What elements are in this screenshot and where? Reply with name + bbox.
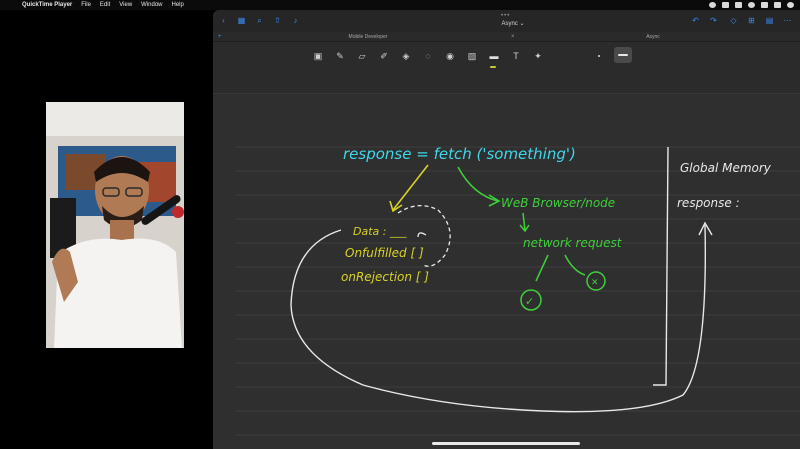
text-icon[interactable]: T	[510, 50, 522, 62]
stroke-width-option[interactable]	[614, 47, 632, 63]
arrow-to-success	[535, 254, 549, 282]
menu-window[interactable]: Window	[141, 2, 162, 8]
tab-async[interactable]: Async	[593, 32, 713, 42]
handwritten-notes: response = fetch ('something') WeB Brows…	[235, 145, 800, 436]
record-icon[interactable]	[709, 2, 716, 8]
photo-icon[interactable]: ▨	[466, 50, 478, 62]
success-mark: ✓	[525, 296, 534, 308]
display-icon[interactable]	[722, 2, 729, 8]
onrejection-label: onRejection [ ]	[341, 270, 429, 284]
arrow-to-network	[522, 212, 526, 231]
arrow-to-failure	[564, 254, 586, 276]
menu-file[interactable]: File	[81, 2, 91, 8]
webcam-feed	[46, 102, 184, 348]
dashed-loop-arrow	[417, 232, 427, 238]
pen-icon[interactable]: ✎	[334, 50, 346, 62]
status-area	[709, 0, 794, 10]
ruled-lines	[235, 146, 800, 436]
battery-icon[interactable]	[735, 2, 742, 8]
notes-app-window: ‹ ▦ ⌕ ⇧ ♪ ••• Async ⌄ ↶ ↷ ◇ ⊞ ▤ ⋯ + Mobi…	[213, 10, 800, 449]
add-tab-icon[interactable]: +	[218, 32, 222, 42]
elements-icon[interactable]: ◉	[444, 50, 456, 62]
document-title[interactable]: Async ⌄	[483, 20, 543, 27]
laser-pointer-icon[interactable]: ▬	[488, 50, 500, 62]
bookmark-icon[interactable]: ◇	[729, 16, 738, 25]
response-fetch-text: response = fetch ('something')	[343, 145, 576, 163]
response-memory-label: response :	[677, 196, 740, 210]
tab-mobile-developer[interactable]: Mobile Developer	[303, 32, 433, 42]
arrow-to-data	[392, 164, 429, 211]
microphone-icon[interactable]: ♪	[291, 16, 300, 25]
control-center-icon[interactable]	[774, 2, 781, 8]
menu-edit[interactable]: Edit	[100, 2, 110, 8]
shapes-icon[interactable]: ◈	[400, 50, 412, 62]
network-request-text: network request	[523, 236, 623, 250]
failure-mark: ✕	[591, 277, 599, 287]
window-grabber[interactable]: •••	[501, 13, 510, 19]
global-memory-label: Global Memory	[680, 161, 772, 175]
eraser-icon[interactable]: ▱	[356, 50, 368, 62]
lasso-icon[interactable]: ◌	[422, 50, 434, 62]
active-tool-indicator	[490, 66, 496, 68]
siri-icon[interactable]	[787, 2, 794, 8]
title-bar: ‹ ▦ ⌕ ⇧ ♪ ••• Async ⌄ ↶ ↷ ◇ ⊞ ▤ ⋯	[213, 10, 800, 32]
highlighter-icon[interactable]: ✐	[378, 50, 390, 62]
global-memory-divider	[653, 146, 669, 386]
screen: QuickTime Player File Edit View Window H…	[0, 0, 800, 449]
new-page-icon[interactable]: ⊞	[747, 16, 756, 25]
pages-icon[interactable]: ▤	[765, 16, 774, 25]
onfulfilled-label: Onfulfilled [ ]	[345, 246, 424, 260]
home-indicator[interactable]	[432, 442, 580, 445]
back-icon[interactable]: ‹	[219, 16, 228, 25]
note-canvas[interactable]: response = fetch ('something') WeB Brows…	[213, 95, 800, 449]
more-icon[interactable]: ⋯	[783, 16, 792, 25]
menu-app-name[interactable]: QuickTime Player	[22, 2, 72, 8]
search-icon[interactable]: ⌕	[255, 16, 264, 25]
drawing-toolbar: ▣ ✎ ▱ ✐ ◈ ◌ ◉ ▨ ▬ T ✦	[213, 42, 800, 94]
menu-help[interactable]: Help	[172, 2, 184, 8]
close-tab-icon[interactable]: ×	[511, 32, 515, 42]
data-label: Data : ___	[353, 225, 407, 238]
redo-icon[interactable]: ↷	[709, 16, 718, 25]
web-browser-text: WeB Browser/node	[501, 196, 615, 210]
share-icon[interactable]: ⇧	[273, 16, 282, 25]
menu-bar: QuickTime Player File Edit View Window H…	[0, 0, 800, 10]
magic-icon[interactable]: ✦	[532, 50, 544, 62]
presenter-video	[46, 102, 184, 348]
search-icon[interactable]	[761, 2, 768, 8]
undo-icon[interactable]: ↶	[691, 16, 700, 25]
tab-bar: + Mobile Developer × Async	[213, 32, 800, 42]
image-tool-icon[interactable]: ▣	[312, 50, 324, 62]
menu-view[interactable]: View	[119, 2, 132, 8]
wifi-icon[interactable]	[748, 2, 755, 8]
stroke-dot-option[interactable]	[598, 55, 600, 57]
grid-view-icon[interactable]: ▦	[237, 16, 246, 25]
